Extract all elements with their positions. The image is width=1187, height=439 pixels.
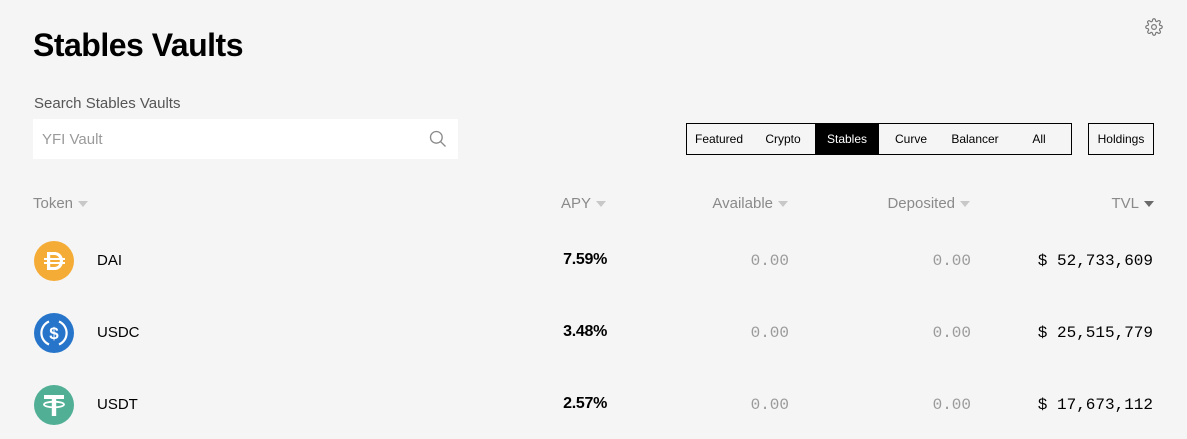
token-name: USDT (97, 396, 138, 413)
search-label: Search Stables Vaults (34, 95, 181, 112)
sort-caret-active-icon (1144, 200, 1154, 207)
column-header-apy[interactable]: APY (561, 195, 606, 212)
tab-stables[interactable]: Stables (815, 124, 879, 154)
column-header-available[interactable]: Available (712, 195, 788, 212)
usdc-icon: $ (34, 313, 74, 353)
tab-all[interactable]: All (1007, 124, 1071, 154)
sort-caret-icon (960, 200, 970, 207)
table-row[interactable]: DAI 7.59% 0.00 0.00 $ 52,733,609 (0, 223, 1187, 295)
column-header-deposited[interactable]: Deposited (887, 195, 970, 212)
token-name: USDC (97, 324, 140, 341)
table-row[interactable]: $ USDC 3.48% 0.00 0.00 $ 25,515,779 (0, 295, 1187, 367)
svg-text:$: $ (49, 324, 59, 343)
tvl-value: $ 25,515,779 (1037, 324, 1153, 342)
tab-balancer[interactable]: Balancer (943, 124, 1007, 154)
available-value: 0.00 (750, 252, 789, 270)
tvl-value: $ 52,733,609 (1037, 252, 1153, 270)
sort-caret-icon (596, 200, 606, 207)
settings-gear-icon[interactable] (1145, 18, 1163, 36)
column-header-token[interactable]: Token (33, 195, 89, 212)
available-value: 0.00 (750, 324, 789, 342)
tvl-value: $ 17,673,112 (1037, 396, 1153, 414)
apy-value: 2.57% (563, 395, 607, 412)
table-row[interactable]: USDT 2.57% 0.00 0.00 $ 17,673,112 (0, 367, 1187, 439)
search-icon[interactable] (428, 129, 448, 149)
deposited-value: 0.00 (932, 324, 971, 342)
vault-filter-tabs: Featured Crypto Stables Curve Balancer A… (686, 123, 1072, 155)
tab-featured[interactable]: Featured (687, 124, 751, 154)
available-value: 0.00 (750, 396, 789, 414)
apy-value: 3.48% (563, 323, 607, 340)
token-name: DAI (97, 252, 123, 269)
search-box[interactable] (33, 119, 458, 159)
tab-curve[interactable]: Curve (879, 124, 943, 154)
search-input[interactable] (42, 119, 412, 159)
deposited-value: 0.00 (932, 252, 971, 270)
column-header-tvl[interactable]: TVL (1111, 195, 1154, 212)
deposited-value: 0.00 (932, 396, 971, 414)
dai-icon (34, 241, 74, 281)
holdings-button[interactable]: Holdings (1088, 123, 1154, 155)
sort-caret-icon (78, 200, 89, 207)
page-title: Stables Vaults (33, 27, 243, 63)
apy-value: 7.59% (563, 251, 607, 268)
usdt-icon (34, 385, 74, 425)
sort-caret-icon (778, 200, 788, 207)
tab-crypto[interactable]: Crypto (751, 124, 815, 154)
